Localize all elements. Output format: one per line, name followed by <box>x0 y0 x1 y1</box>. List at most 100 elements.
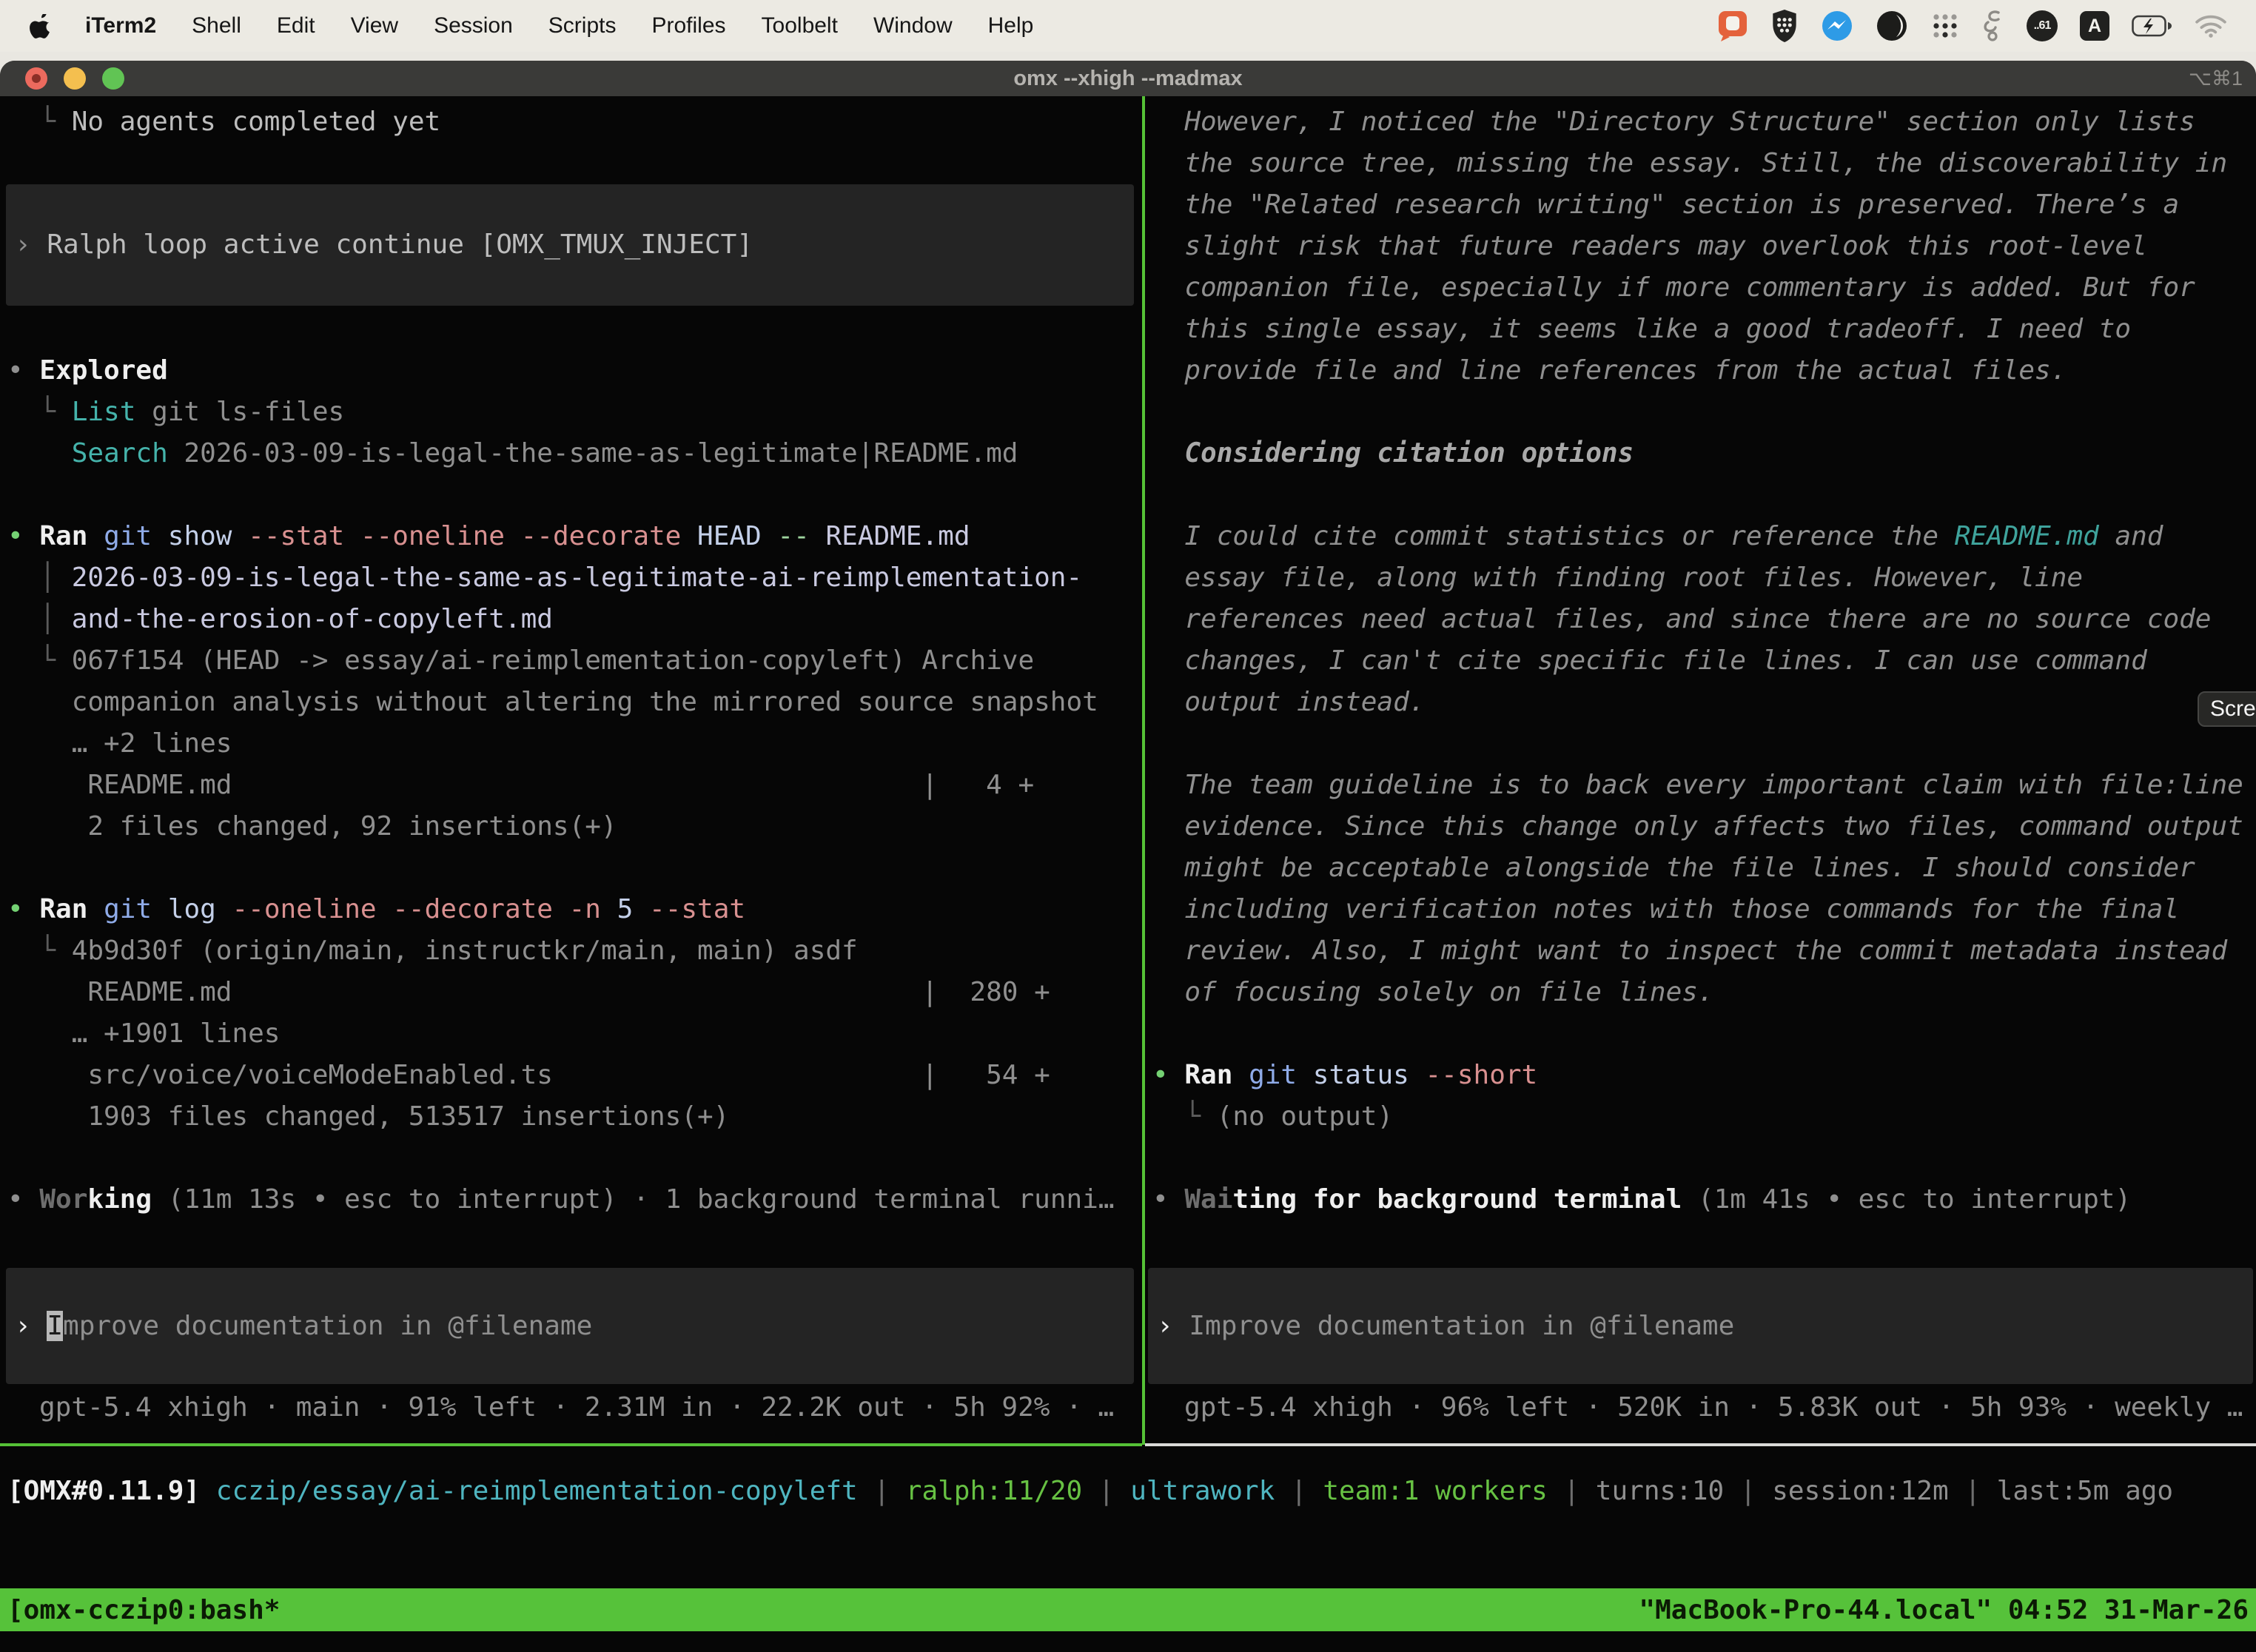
menu-item-view[interactable]: View <box>351 13 398 38</box>
right-pane-lines: However, I noticed the "Directory Struct… <box>1145 101 2256 1220</box>
menu-item-session[interactable]: Session <box>434 13 513 38</box>
terminal-line: └ (no output) <box>1152 1096 2256 1138</box>
text-segment: Search <box>72 438 168 469</box>
terminal-line <box>7 267 1142 309</box>
menu-bar-left: iTerm2 Shell Edit View Session Scripts P… <box>30 13 1033 38</box>
text-segment: essay file, along with finding root file… <box>1152 563 2083 593</box>
menu-item-edit[interactable]: Edit <box>277 13 315 38</box>
text-segment: last:5m ago <box>1997 1476 2173 1506</box>
text-segment: Ran <box>1184 1060 1232 1090</box>
text-segment: └ <box>7 397 72 427</box>
prompt-input-left[interactable]: › Improve documentation in @filename <box>6 1268 1134 1384</box>
terminal-line: companion analysis without altering the … <box>7 682 1142 723</box>
screen-share-overlay-button[interactable]: Scre <box>2198 691 2256 727</box>
terminal-line: README.md | 280 + <box>7 972 1142 1013</box>
tmux-status-bar: [omx-cczip0:bash* "MacBook-Pro-44.local"… <box>0 1588 2256 1631</box>
terminal-line: provide file and line references from th… <box>1152 350 2256 392</box>
text-segment: • <box>7 355 39 386</box>
text-segment: 067f154 (HEAD -> essay/ai-reimplementati… <box>72 645 1034 676</box>
text-segment: • <box>7 1184 39 1215</box>
text-segment: (1m 41s • esc to interrupt) <box>1682 1184 2131 1215</box>
terminal-line: the "Related research writing" section i… <box>1152 184 2256 226</box>
text-segment <box>1232 1060 1249 1090</box>
badge-61-icon[interactable]: ..61 <box>2027 10 2058 41</box>
text-segment: slight risk that future readers may over… <box>1152 231 2147 261</box>
text-segment: Explored <box>39 355 167 386</box>
text-segment: • <box>1152 1060 1184 1090</box>
crescent-icon[interactable] <box>1876 10 1908 42</box>
menu-item-toolbelt[interactable]: Toolbelt <box>762 13 838 38</box>
text-segment: … +1901 lines <box>7 1018 280 1049</box>
terminal-line: └ 4b9d30f (origin/main, instructkr/main,… <box>7 930 1142 972</box>
terminal-line: review. Also, I might want to inspect th… <box>1152 930 2256 972</box>
menu-bar: iTerm2 Shell Edit View Session Scripts P… <box>0 0 2256 52</box>
terminal-line: … +1901 lines <box>7 1013 1142 1055</box>
wifi-icon[interactable] <box>2195 14 2226 38</box>
pane-divider[interactable] <box>1142 96 1145 1445</box>
agent-pane-left[interactable]: › Ralph loop active continue [OMX_TMUX_I… <box>0 96 1142 1445</box>
terminal-line: README.md | 4 + <box>7 765 1142 806</box>
text-segment: Considering citation options <box>1152 438 1634 469</box>
menu-item-shell[interactable]: Shell <box>192 13 241 38</box>
text-segment: | <box>1275 1476 1323 1506</box>
squiggle-icon[interactable] <box>1982 9 2004 43</box>
terminal-line <box>7 184 1142 226</box>
text-segment: 2 files changed, 92 insertions(+) <box>7 811 617 842</box>
text-segment: (11m 13s • esc to interrupt) · 1 backgro… <box>152 1184 1114 1215</box>
zoom-button[interactable] <box>102 67 124 90</box>
text-segment: team:1 workers <box>1323 1476 1547 1506</box>
terminal-line: might be acceptable alongside the file l… <box>1152 847 2256 889</box>
menu-item-profiles[interactable]: Profiles <box>651 13 725 38</box>
terminal-line <box>1152 1138 2256 1179</box>
window-titlebar[interactable]: omx --xhigh --madmax ⌥⌘1 <box>0 61 2256 96</box>
terminal-line: │ 2026-03-09-is-legal-the-same-as-legiti… <box>7 557 1142 599</box>
text-segment: and <box>2099 521 2163 551</box>
messenger-icon[interactable] <box>1821 10 1853 42</box>
battery-icon[interactable] <box>2132 15 2173 37</box>
chat-icon[interactable] <box>1717 10 1748 42</box>
text-segment: cczip/essay/ai-reimplementation-copyleft <box>216 1476 858 1506</box>
text-segment: git <box>1249 1060 1297 1090</box>
text-segment: Ran <box>39 521 87 551</box>
text-segment: evidence. Since this change only affects… <box>1152 811 2243 842</box>
text-segment: List <box>72 397 136 427</box>
terminal-line: Considering citation options <box>1152 433 2256 474</box>
menu-item-scripts[interactable]: Scripts <box>548 13 617 38</box>
text-segment: │ <box>7 604 72 634</box>
text-segment <box>200 1476 216 1506</box>
terminal-line: 2 files changed, 92 insertions(+) <box>7 806 1142 847</box>
text-segment <box>7 438 72 469</box>
dots-grid-icon[interactable] <box>1930 11 1960 41</box>
text-segment: --stat --oneline --decorate <box>232 521 681 551</box>
text-segment: changes, I can't cite specific file line… <box>1152 645 2147 676</box>
prompt-input-right[interactable]: › Improve documentation in @filename <box>1148 1268 2253 1384</box>
pane-bottom-border-right <box>1145 1443 2256 1446</box>
shield-icon[interactable] <box>1770 9 1799 43</box>
text-segment: --short <box>1409 1060 1537 1090</box>
terminal-line: references need actual files, and since … <box>1152 599 2256 640</box>
text-segment: session:12m <box>1772 1476 1948 1506</box>
terminal-line: However, I noticed the "Directory Struct… <box>1152 101 2256 143</box>
input-source-a-icon[interactable]: A <box>2080 11 2109 41</box>
text-segment: [OMX#0.11.9] <box>7 1476 200 1506</box>
text-segment: show <box>152 521 232 551</box>
menu-item-help[interactable]: Help <box>988 13 1034 38</box>
text-segment: However, I noticed the "Directory Struct… <box>1152 107 2195 137</box>
terminal-line: │ and-the-erosion-of-copyleft.md <box>7 599 1142 640</box>
apple-menu-icon[interactable] <box>30 14 50 38</box>
text-segment: Improve documentation in @filename <box>1189 1311 1734 1341</box>
text-segment: 4b9d30f (origin/main, instructkr/main, m… <box>72 936 858 966</box>
terminal-area: › Ralph loop active continue [OMX_TMUX_I… <box>0 96 2256 1652</box>
terminal-line: slight risk that future readers may over… <box>1152 226 2256 267</box>
close-button[interactable] <box>25 67 47 90</box>
text-segment: the "Related research writing" section i… <box>1152 189 2179 220</box>
menu-item-iterm2[interactable]: iTerm2 <box>85 13 156 38</box>
menu-item-window[interactable]: Window <box>873 13 953 38</box>
terminal-line: • Ran git show --stat --oneline --decora… <box>7 516 1142 557</box>
terminal-line <box>1152 392 2256 433</box>
text-segment: 1903 files changed, 513517 insertions(+) <box>7 1101 729 1132</box>
terminal-line <box>7 226 1142 267</box>
text-segment: | <box>1082 1476 1130 1506</box>
minimize-button[interactable] <box>64 67 86 90</box>
agent-pane-right[interactable]: However, I noticed the "Directory Struct… <box>1145 96 2256 1445</box>
